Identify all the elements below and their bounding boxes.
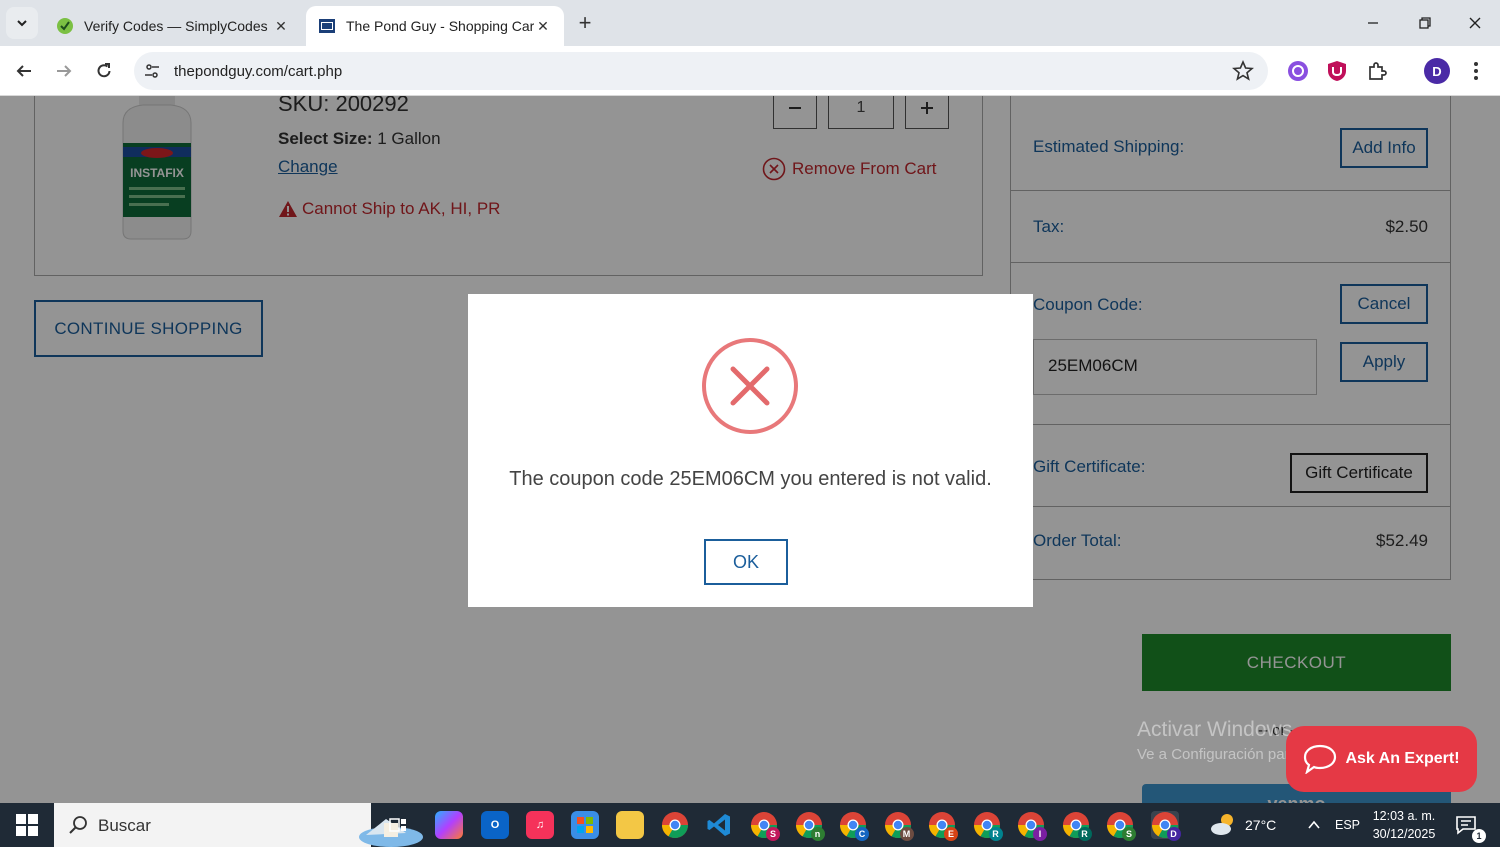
tab-title: Verify Codes — SimplyCodes [84,18,268,34]
extensions-puzzle-icon[interactable] [1365,59,1389,83]
bookmark-star-icon[interactable] [1232,60,1254,82]
ask-expert-button[interactable]: Ask An Expert! [1286,726,1477,792]
coupon-error-dialog: The coupon code 25EM06CM you entered is … [468,294,1033,607]
chrome-profile-icon[interactable]: S [1106,811,1136,841]
chrome-profile-badge: C [855,827,869,841]
restore-button[interactable] [1410,8,1440,38]
tab-search-button[interactable] [6,7,38,39]
chrome-profile-badge: E [944,827,958,841]
chrome-profile-icon[interactable]: D [1150,811,1181,841]
new-tab-button[interactable]: + [572,10,598,36]
minimize-icon [1368,22,1378,24]
chrome-profile-badge: n [810,827,825,841]
url-text: thepondguy.com/cart.php [174,63,343,80]
simplycodes-favicon-icon [56,17,74,35]
store-icon[interactable] [571,811,599,839]
browser-menu-icon[interactable] [1464,58,1488,84]
minimize-button[interactable] [1358,8,1388,38]
tab-simplycodes[interactable]: Verify Codes — SimplyCodes ✕ [44,6,302,46]
close-window-button[interactable] [1460,8,1490,38]
tray-chevron-icon[interactable] [1300,811,1328,839]
copilot-icon[interactable] [435,811,463,839]
search-highlight-icon [359,819,423,847]
arrow-right-icon [57,65,72,77]
chat-bubble-icon [1304,744,1337,774]
reload-button[interactable] [88,55,120,87]
notifications-icon[interactable]: 1 [1452,811,1486,843]
chrome-profile-badge: D [1166,827,1181,841]
chrome-profile-badge: R [1077,827,1092,841]
chrome-profile-icon[interactable]: S [750,811,780,841]
windows-watermark-title: Activar Windows [1137,718,1293,741]
arrow-left-icon [16,65,31,77]
start-button[interactable] [8,811,46,839]
chrome-profile-icon[interactable]: M [884,811,914,841]
notification-count: 1 [1472,829,1486,843]
clock-time: 12:03 a. m. [1372,809,1436,823]
ask-expert-label: Ask An Expert! [1345,750,1460,767]
chrome-profile-icon[interactable]: I [1017,811,1047,841]
chrome-profile-icon[interactable]: E [928,811,958,841]
tab-title: The Pond Guy - Shopping Cart [346,18,534,34]
pondguy-favicon-icon [318,17,336,35]
chrome-profile-badge: R [988,827,1003,841]
weather-icon[interactable] [1207,811,1241,839]
close-icon [1469,17,1481,29]
restore-icon [1419,17,1431,29]
clock-date: 30/12/2025 [1372,827,1436,841]
profile-avatar[interactable]: D [1424,58,1450,84]
extension-purple-icon[interactable] [1286,59,1310,83]
extension-shield-icon[interactable] [1325,59,1349,83]
chevron-down-icon [17,20,27,27]
dialog-ok-button[interactable]: OK [704,539,788,585]
error-x-icon [702,338,798,434]
windows-logo-icon [16,814,38,836]
cart-page: INSTAFIX SKU: 200292 Select Size: 1 Gall… [0,96,1500,803]
reload-icon [97,63,111,78]
taskbar-clock[interactable]: 12:03 a. m. 30/12/2025 [1366,807,1442,843]
chrome-profile-icon[interactable]: n [795,811,825,841]
taskbar-search[interactable]: Buscar [54,803,423,847]
tab-pond-guy[interactable]: The Pond Guy - Shopping Cart ✕ [306,6,564,46]
address-bar[interactable]: thepondguy.com/cart.php [134,52,1268,90]
dialog-message: The coupon code 25EM06CM you entered is … [509,468,992,490]
task-view-icon[interactable] [384,811,412,839]
outlook-icon[interactable]: O [481,811,509,839]
music-icon[interactable]: ♫ [526,811,554,839]
chrome-profile-icon[interactable]: R [1062,811,1092,841]
chrome-profile-icon[interactable]: C [839,811,869,841]
tab-strip: Verify Codes — SimplyCodes ✕ The Pond Gu… [0,0,1500,46]
chrome-profile-badge: S [766,827,780,841]
close-tab-icon[interactable]: ✕ [534,17,552,35]
taskbar-search-text: Buscar [98,816,151,835]
temperature[interactable]: 27°C [1245,817,1276,833]
file-explorer-icon[interactable] [616,811,644,839]
forward-button[interactable] [48,55,80,87]
chrome-profile-badge: M [899,827,914,841]
input-language[interactable]: ESP [1335,818,1360,832]
chrome-icon[interactable] [661,811,689,839]
site-settings-icon[interactable] [142,61,162,81]
chrome-profile-icon[interactable]: R [973,811,1003,841]
back-button[interactable] [8,55,40,87]
search-icon [69,816,87,834]
browser-toolbar: thepondguy.com/cart.php D [0,46,1500,96]
windows-taskbar: Buscar O ♫ Sn C M E R I R S D 27°C ESP 12:03 a. … [0,803,1500,847]
vscode-icon[interactable] [705,811,733,839]
close-tab-icon[interactable]: ✕ [272,17,290,35]
chrome-profile-badge: S [1122,827,1136,841]
chrome-profile-badge: I [1033,827,1047,841]
